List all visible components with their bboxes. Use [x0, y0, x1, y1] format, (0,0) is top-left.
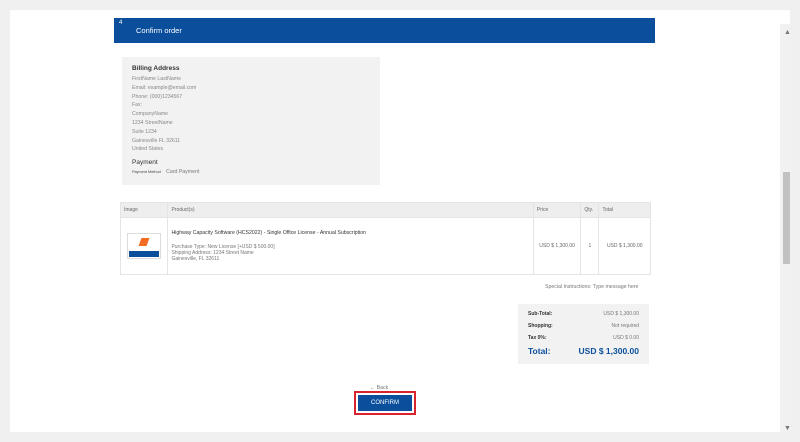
header-total: Total [598, 202, 651, 218]
payment-heading: Payment [132, 159, 158, 167]
tax-label: Tax 0%: [528, 335, 547, 341]
billing-line: FirstName LastName [132, 76, 182, 82]
confirm-highlight: CONFIRM [354, 391, 416, 415]
payment-row: Payment Method Card Payment [132, 169, 370, 175]
payment-method-label: Payment Method [132, 170, 161, 175]
confirm-button[interactable]: CONFIRM [358, 395, 412, 411]
header-price: Price [532, 202, 582, 218]
billing-line: Phone: (000)1234567 [132, 93, 183, 100]
subtotal-value: USD $ 1,300.00 [603, 311, 639, 317]
billing-address-panel: Billing Address FirstName LastName Email… [122, 57, 380, 185]
header-qty: Qty. [580, 202, 600, 218]
grand-total-label: Total: [528, 346, 551, 356]
subtotal-row: Sub-Total: USD $ 1,300.00 [528, 308, 639, 320]
billing-line: 1234 StreetName [132, 119, 173, 126]
table-row: Highway Capacity Software (HCS2022) - Si… [119, 217, 651, 275]
payment-method-value: Card Payment [166, 169, 200, 176]
product-image-cell [119, 217, 169, 275]
step-number: 4 [119, 20, 123, 26]
product-name: Highway Capacity Software (HCS2022) - Si… [171, 230, 366, 236]
scrollbar-thumb[interactable] [783, 172, 790, 264]
step-header: 4 Confirm order [114, 18, 655, 43]
header-product: Product(s) [167, 202, 534, 218]
scroll-down-arrow-icon[interactable]: ▼ [780, 424, 790, 432]
scroll-up-arrow-icon[interactable]: ▲ [780, 28, 790, 38]
billing-line: CompanyName [132, 111, 169, 118]
qty-cell: 1 [580, 217, 600, 275]
product-thumbnail-band [129, 251, 160, 257]
shopping-row: Shopping: Not required [528, 320, 639, 332]
tax-value: USD $ 0.00 [613, 335, 639, 341]
billing-line: Gainesville FL 32611 [132, 137, 181, 144]
billing-line: Fax: [132, 102, 143, 109]
checkout-page: 4 Confirm order Billing Address FirstNam… [10, 10, 790, 432]
subtotal-label: Sub-Total: [528, 311, 553, 317]
billing-line: Suite 1234 [132, 128, 157, 135]
grand-total-row: Total: USD $ 1,300.00 [528, 344, 639, 358]
table-header-row: Image Product(s) Price Qty. Total [119, 202, 651, 218]
totals-panel: Sub-Total: USD $ 1,300.00 Shopping: Not … [518, 304, 649, 364]
order-table: Image Product(s) Price Qty. Total Highwa… [119, 202, 651, 275]
price-cell: USD $ 1,300.00 [532, 217, 582, 275]
product-logo-icon [138, 238, 150, 246]
shopping-value: Not required [611, 323, 639, 329]
product-thumbnail [127, 233, 162, 259]
billing-line: United States [132, 146, 164, 153]
vertical-scrollbar[interactable]: ▲ ▼ [780, 24, 790, 432]
shopping-label: Shopping: [528, 323, 553, 329]
grand-total-value: USD $ 1,300.00 [578, 346, 639, 356]
header-image: Image [119, 202, 169, 218]
tax-row: Tax 0%: USD $ 0.00 [528, 332, 639, 344]
product-cell: Highway Capacity Software (HCS2022) - Si… [167, 217, 534, 275]
billing-heading: Billing Address [132, 65, 180, 72]
step-title: Confirm order [136, 26, 182, 35]
special-instructions: Special Instructions: Type message here [545, 284, 639, 290]
billing-line: Email: example@email.com [132, 84, 197, 91]
total-cell: USD $ 1,300.00 [598, 217, 651, 275]
product-detail: Gainesville, FL 32611 [171, 256, 220, 262]
